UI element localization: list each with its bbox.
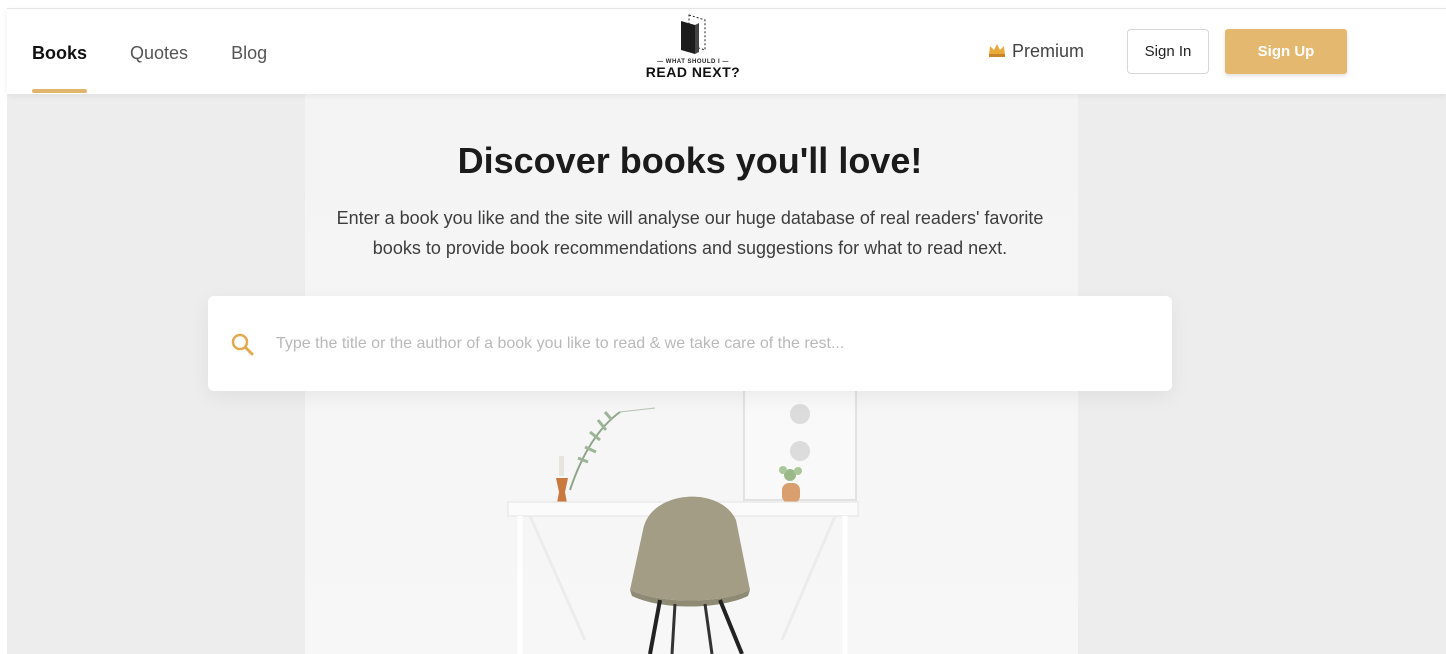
nav-books-label: Books (32, 43, 88, 63)
nav-quotes[interactable]: Quotes (130, 9, 188, 95)
premium-label: Premium (1012, 41, 1085, 61)
site-header: Books Quotes Blog — WHAT SHOULD I — READ… (7, 8, 1446, 94)
sign-up-button[interactable]: Sign Up (1225, 29, 1347, 74)
sign-in-button[interactable]: Sign In (1127, 29, 1209, 74)
nav-books[interactable]: Books (32, 9, 88, 95)
crown-icon (988, 41, 1006, 62)
book-logo-icon (681, 14, 706, 54)
nav-blog-label: Blog (231, 43, 268, 63)
nav-active-underline (32, 89, 88, 93)
premium-link[interactable]: Premium (988, 41, 1084, 62)
logo-name: READ NEXT? (645, 64, 741, 80)
book-search-box[interactable] (208, 296, 1172, 391)
nav-blog[interactable]: Blog (231, 9, 267, 95)
site-logo[interactable]: — WHAT SHOULD I — READ NEXT? (645, 12, 741, 92)
search-icon (230, 332, 254, 356)
search-input[interactable] (276, 334, 1136, 353)
nav-quotes-label: Quotes (130, 43, 189, 63)
main-nav: Books Quotes Blog (32, 9, 310, 95)
